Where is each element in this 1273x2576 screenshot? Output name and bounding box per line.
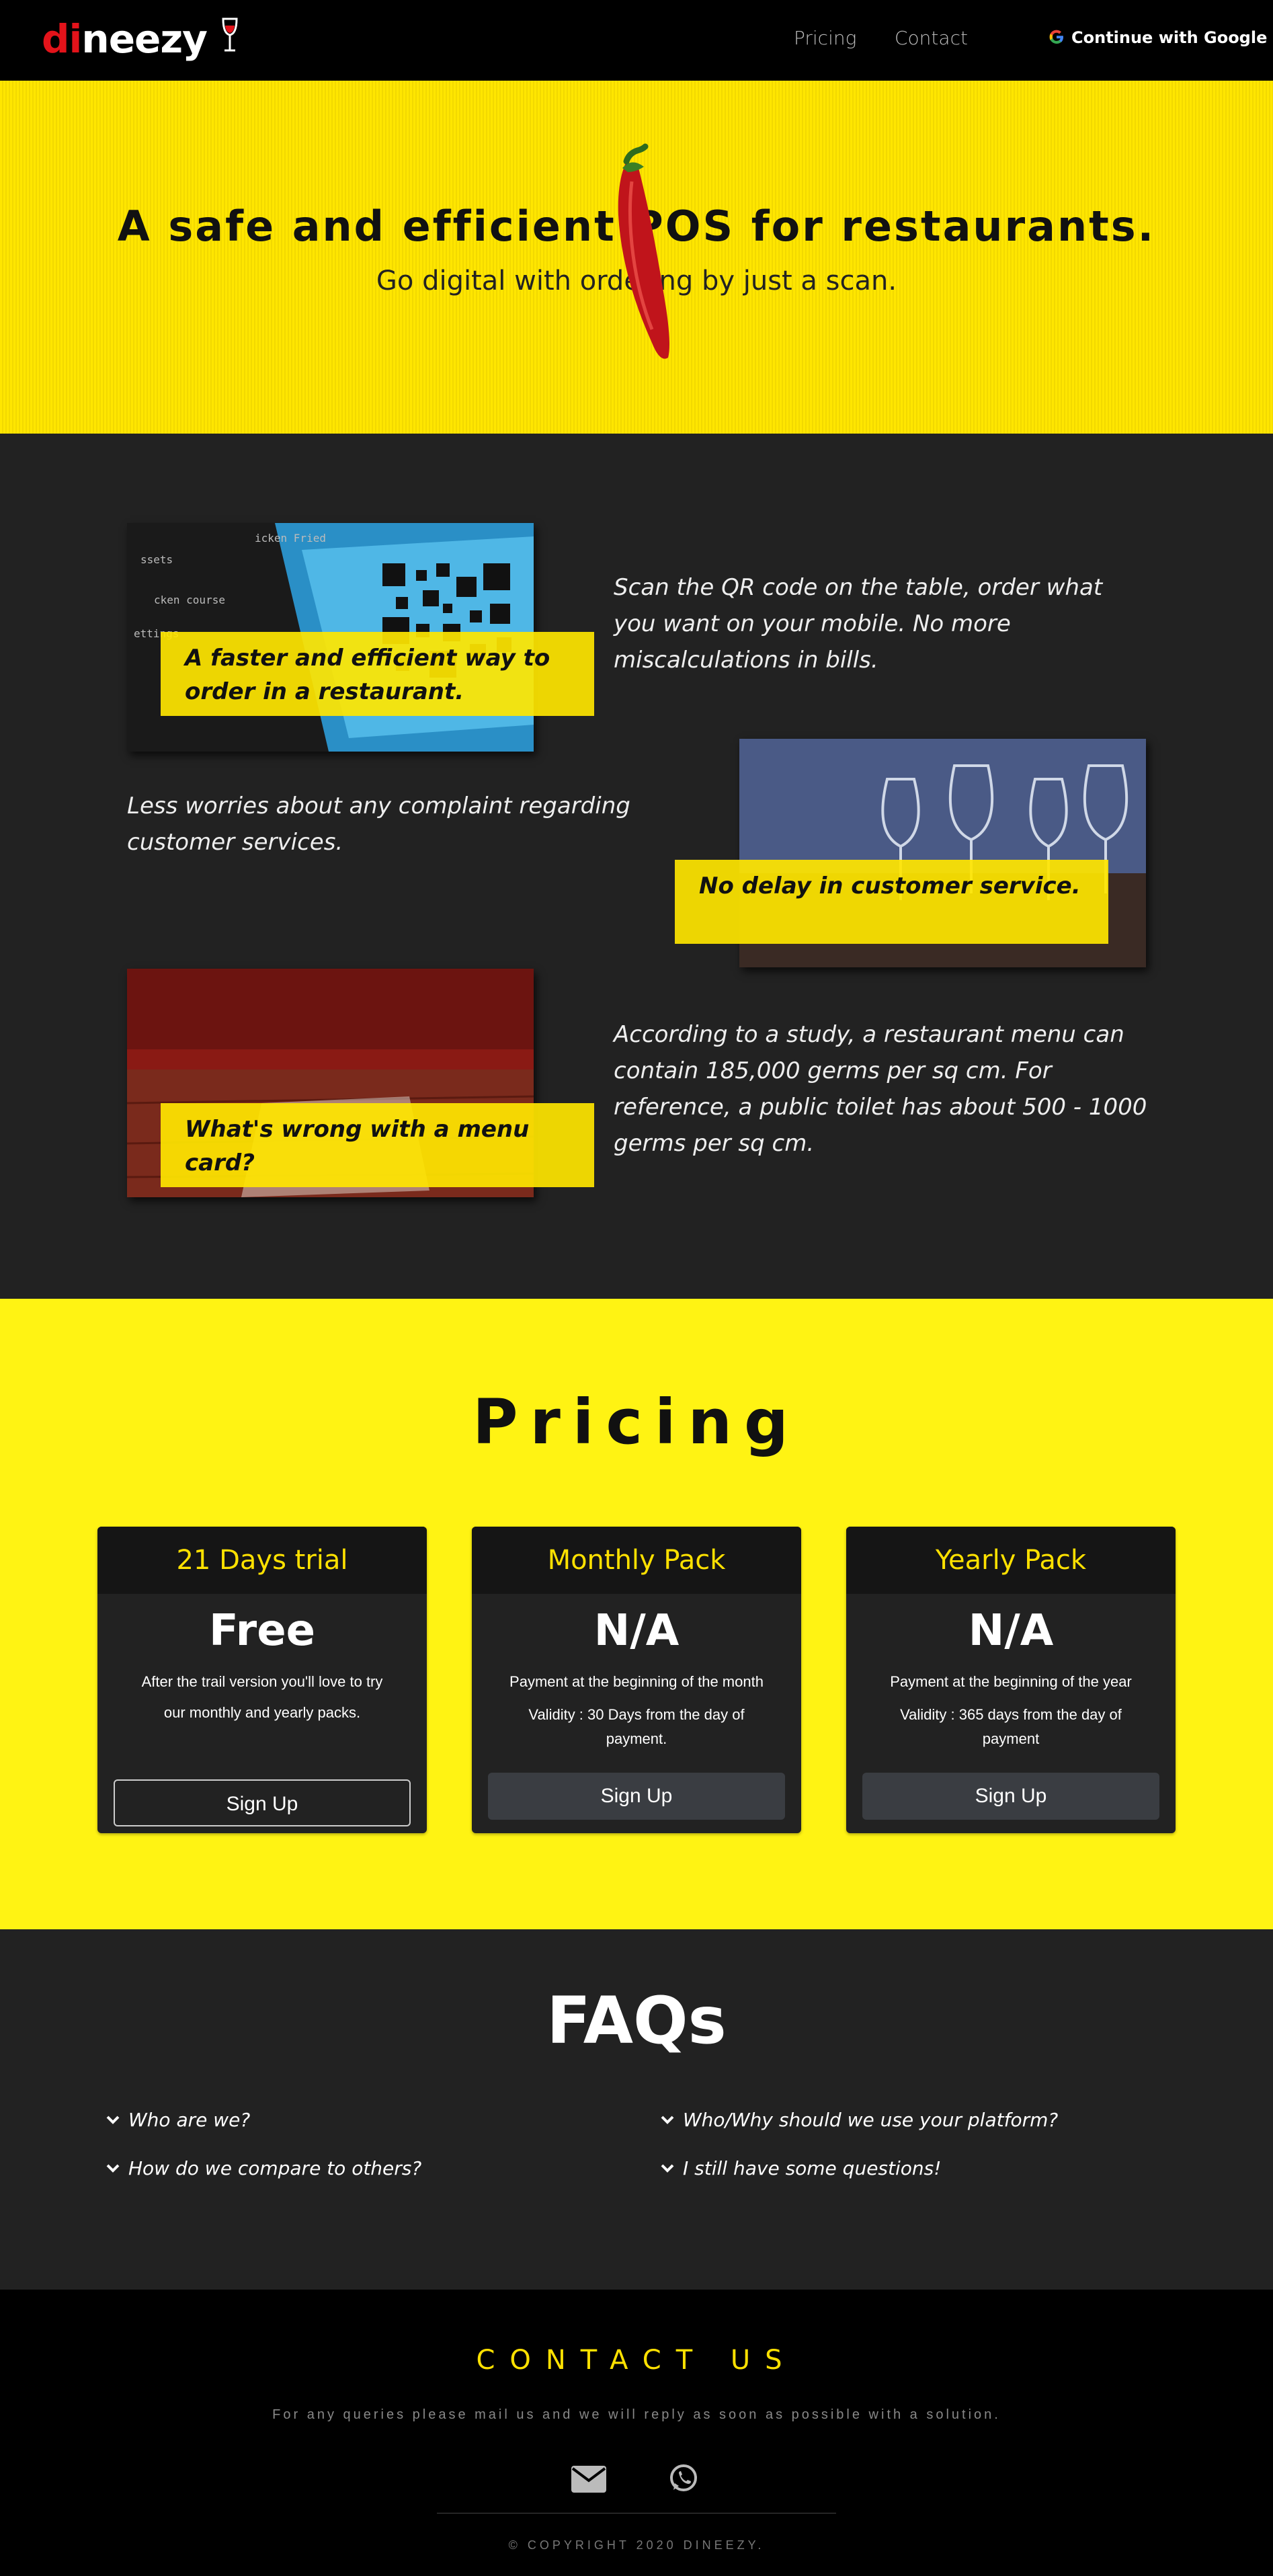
card-validity-text: Validity : 365 days from the day of paym… xyxy=(900,1706,1122,1747)
google-icon xyxy=(1049,30,1063,44)
sign-up-button[interactable]: Sign Up xyxy=(862,1773,1159,1820)
navbar: dineezy Pricing Contact Continue with Go… xyxy=(0,0,1273,81)
chevron-down-icon xyxy=(106,2164,120,2173)
svg-text:icken Fried: icken Fried xyxy=(255,532,326,545)
chevron-down-icon xyxy=(661,2116,674,2124)
card-price: N/A xyxy=(968,1606,1054,1656)
pricing-card-monthly: Monthly Pack N/A Payment at the beginnin… xyxy=(472,1527,801,1833)
contact-text: For any queries please mail us and we wi… xyxy=(272,2407,1001,2422)
card-payment-text: Payment at the beginning of the year xyxy=(890,1673,1132,1690)
pricing-title: Pricing xyxy=(473,1386,800,1458)
card-title: Yearly Pack xyxy=(846,1527,1176,1594)
dineezy-logo[interactable]: dineezy xyxy=(42,16,239,62)
hero-section: A safe and efficient POS for restaurants… xyxy=(0,81,1273,434)
faq-item-more-questions[interactable]: I still have some questions! xyxy=(660,2157,941,2179)
card-title: Monthly Pack xyxy=(472,1527,801,1594)
contact-section: CONTACT US For any queries please mail u… xyxy=(0,2290,1273,2576)
faq-section: FAQs Who are we? Who/Why should we use y… xyxy=(0,1929,1273,2290)
feature-text-customer-service: Less worries about any complaint regardi… xyxy=(127,793,630,856)
card-price: Free xyxy=(209,1606,315,1656)
card-validity-text: Validity : 30 Days from the day of payme… xyxy=(528,1706,745,1747)
chili-icon xyxy=(618,143,669,359)
chevron-down-icon xyxy=(661,2164,674,2173)
faq-item-who-are-we[interactable]: Who are we? xyxy=(106,2109,250,2131)
copyright: © COPYRIGHT 2020 DINEEZY. xyxy=(508,2538,765,2552)
chevron-down-icon xyxy=(106,2116,120,2124)
pricing-card-trial: 21 Days trial Free After the trail versi… xyxy=(97,1527,427,1833)
feature-text-menu-germs: According to a study, a restaurant menu … xyxy=(614,1021,1147,1157)
card-price: N/A xyxy=(593,1606,680,1656)
card-payment-text: Payment at the beginning of the month xyxy=(509,1673,764,1690)
card-title: 21 Days trial xyxy=(97,1527,427,1594)
contact-title: CONTACT US xyxy=(476,2345,797,2376)
feature-label-menu-card: What's wrong with a menu card? xyxy=(161,1103,594,1187)
faq-item-compare-others[interactable]: How do we compare to others? xyxy=(106,2157,421,2179)
pricing-card-yearly: Yearly Pack N/A Payment at the beginning… xyxy=(846,1527,1176,1833)
pricing-section: Pricing 21 Days trial Free After the tra… xyxy=(0,1299,1273,1929)
envelope-icon[interactable] xyxy=(571,2466,606,2493)
faq-item-why-use-platform[interactable]: Who/Why should we use your platform? xyxy=(660,2109,1058,2131)
feature-text-qr: Scan the QR code on the table, order wha… xyxy=(614,574,1103,674)
card-description: After the trail version you'll love to t… xyxy=(141,1673,383,1721)
wine-glass-icon xyxy=(222,17,238,52)
svg-text:ssets: ssets xyxy=(140,553,173,566)
faq-title: FAQs xyxy=(546,1983,727,2058)
whatsapp-icon[interactable] xyxy=(668,2463,699,2494)
features-section: ssets cken course ettings icken Fried A fas… xyxy=(0,434,1273,1299)
nav-link-contact[interactable]: Contact xyxy=(895,27,968,49)
nav-link-pricing[interactable]: Pricing xyxy=(794,27,856,49)
google-button-label: Continue with Google xyxy=(1071,28,1268,47)
feature-label-no-delay: No delay in customer service. xyxy=(675,860,1108,944)
sign-up-button[interactable]: Sign Up xyxy=(488,1773,785,1820)
sign-up-button[interactable]: Sign Up xyxy=(114,1779,411,1826)
feature-label-faster-ordering: A faster and efficient way to order in a… xyxy=(161,632,594,716)
continue-with-google-button[interactable]: Continue with Google xyxy=(1049,28,1267,47)
svg-text:cken course: cken course xyxy=(154,594,225,606)
